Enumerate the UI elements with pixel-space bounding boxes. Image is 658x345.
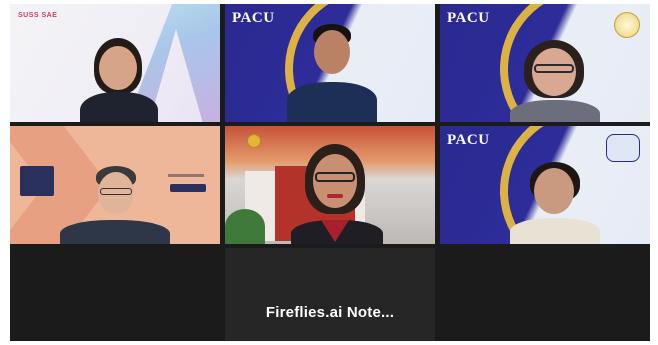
participant-video	[510, 38, 600, 122]
seal-icon	[247, 134, 261, 148]
participant-tile-3[interactable]: PACU	[440, 4, 650, 122]
participant-tile-1[interactable]: SUSS SAE	[10, 4, 220, 122]
video-grid: SUSS SAE PACU PACU PACU Fireflies.ai Not…	[10, 4, 650, 341]
background-logo-text: PACU	[232, 10, 275, 26]
background-logo-text: SUSS SAE	[18, 12, 58, 19]
anniversary-logo-icon	[606, 134, 640, 162]
notetaker-tile[interactable]: Fireflies.ai Note...	[225, 248, 435, 341]
participant-tile-4[interactable]	[10, 126, 220, 244]
background-logo-text: PACU	[447, 132, 490, 148]
participant-tile-6[interactable]: PACU	[440, 126, 650, 244]
participant-video	[287, 22, 377, 122]
background-button-shape	[170, 184, 206, 192]
background-text-line	[168, 174, 204, 177]
participant-video	[60, 166, 170, 244]
participant-video	[80, 34, 160, 122]
participant-video	[287, 144, 387, 244]
participant-video	[510, 162, 600, 244]
background-badge	[20, 166, 54, 196]
participant-tile-5[interactable]	[225, 126, 435, 244]
notetaker-label: Fireflies.ai Note...	[265, 304, 395, 321]
participant-tile-2[interactable]: PACU	[225, 4, 435, 122]
background-tree	[225, 209, 265, 244]
background-logo-text: PACU	[447, 10, 490, 26]
seal-icon	[614, 12, 640, 38]
